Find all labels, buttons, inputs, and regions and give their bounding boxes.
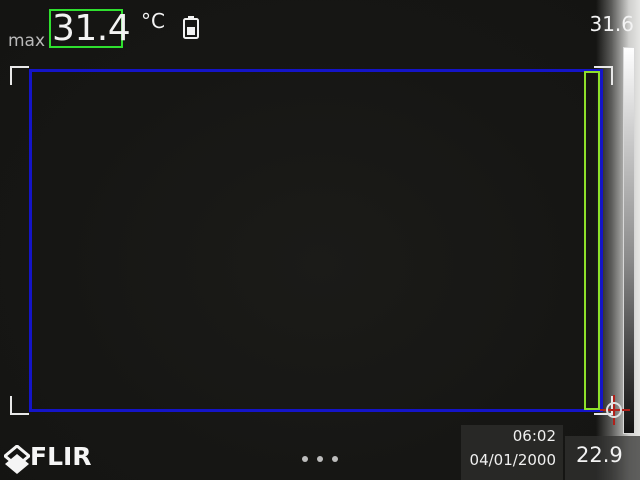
pager-dot [302,456,308,462]
scale-min-value: 22.9 [576,443,623,467]
max-label: max [8,31,46,51]
date: 04/01/2000 [469,451,556,469]
max-value: 31.4 [52,8,131,49]
pager-dot [317,456,323,462]
frame-corner-top-left [10,66,29,85]
time: 06:02 [512,427,556,445]
flir-logo-icon [4,445,30,474]
temperature-scale-bar[interactable] [623,47,635,434]
measurement-box[interactable] [29,69,603,412]
battery-icon [183,16,199,39]
pager-dots[interactable] [302,456,342,464]
hot-spot-marker [584,71,600,410]
temperature-unit: °C [141,9,165,33]
frame-corner-bottom-left [10,396,29,415]
pager-dot [332,456,338,462]
scale-max-value: 31.6 [589,12,634,36]
flir-logo-text: FLIR [30,442,92,471]
crosshair-icon [600,395,630,425]
